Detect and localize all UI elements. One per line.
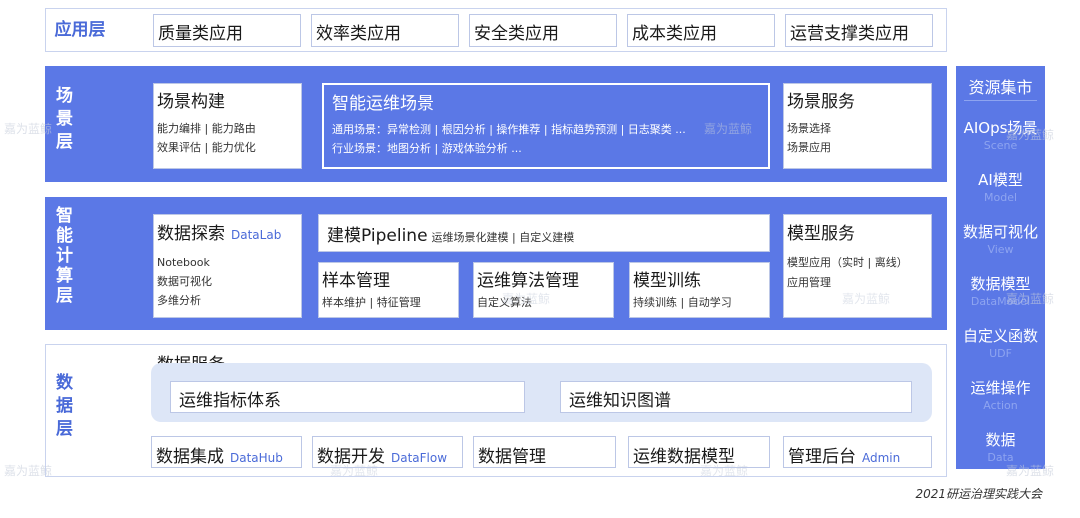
app-item-security[interactable]: 安全类应用 xyxy=(469,14,617,47)
sample-mgmt-box[interactable]: 样本管理 样本维护 | 特征管理 xyxy=(318,262,459,318)
sidebar-title: 资源集市 xyxy=(968,78,1033,97)
watermark: 嘉为蓝鲸 xyxy=(1006,464,1055,478)
admin-box[interactable]: 管理后台 Admin xyxy=(783,436,932,468)
watermark: 嘉为蓝鲸 xyxy=(502,292,551,306)
metric-system-box[interactable]: 运维指标体系 xyxy=(170,381,525,413)
sidebar-item-model[interactable]: AI模型 Model xyxy=(956,169,1045,204)
aiops-scene-box[interactable]: 智能运维场景 通用场景：异常检测 | 根因分析 | 操作推荐 | 指标趋势预测 … xyxy=(322,83,770,169)
app-item-operations[interactable]: 运营支撑类应用 xyxy=(785,14,933,47)
data-mgmt-box[interactable]: 数据管理 xyxy=(473,436,616,468)
watermark: 嘉为蓝鲸 xyxy=(4,464,53,478)
app-layer-label: 应用层 xyxy=(54,20,106,40)
ops-data-model-box[interactable]: 运维数据模型 xyxy=(628,436,770,468)
sidebar-item-view[interactable]: 数据可视化 View xyxy=(956,221,1045,256)
compute-layer-label: 智能计算层 xyxy=(52,206,72,306)
pipeline-box[interactable]: 建模Pipeline 运维场景化建模 | 自定义建模 xyxy=(318,214,770,252)
watermark: 嘉为蓝鲸 xyxy=(1006,292,1055,306)
watermark: 嘉为蓝鲸 xyxy=(4,122,53,136)
data-layer-label: 数据层 xyxy=(52,373,72,442)
model-train-box[interactable]: 模型训练 持续训练 | 自动学习 xyxy=(629,262,770,318)
data-hub-box[interactable]: 数据集成 DataHub xyxy=(151,436,302,468)
sidebar-item-udf[interactable]: 自定义函数 UDF xyxy=(956,325,1045,360)
app-item-cost[interactable]: 成本类应用 xyxy=(627,14,775,47)
watermark: 嘉为蓝鲸 xyxy=(1006,128,1055,142)
sidebar-divider xyxy=(964,100,1037,101)
sidebar-item-data[interactable]: 数据 Data xyxy=(956,429,1045,464)
scene-build-box[interactable]: 场景构建 能力编排 | 能力路由 效果评估 | 能力优化 xyxy=(153,83,302,169)
watermark: 嘉为蓝鲸 xyxy=(842,292,891,306)
scene-service-box[interactable]: 场景服务 场景选择 场景应用 xyxy=(783,83,932,169)
knowledge-graph-box[interactable]: 运维知识图谱 xyxy=(560,381,912,413)
sidebar-item-action[interactable]: 运维操作 Action xyxy=(956,377,1045,412)
watermark: 嘉为蓝鲸 xyxy=(330,464,379,478)
watermark: 嘉为蓝鲸 xyxy=(700,464,749,478)
app-item-quality[interactable]: 质量类应用 xyxy=(153,14,301,47)
app-item-efficiency[interactable]: 效率类应用 xyxy=(311,14,459,47)
scene-layer-label: 场景层 xyxy=(52,86,72,155)
watermark: 嘉为蓝鲸 xyxy=(704,122,753,136)
conference-footer: 2021研运治理实践大会 xyxy=(915,487,1042,501)
data-explore-box[interactable]: 数据探索 DataLab Notebook 数据可视化 多维分析 xyxy=(153,214,302,318)
